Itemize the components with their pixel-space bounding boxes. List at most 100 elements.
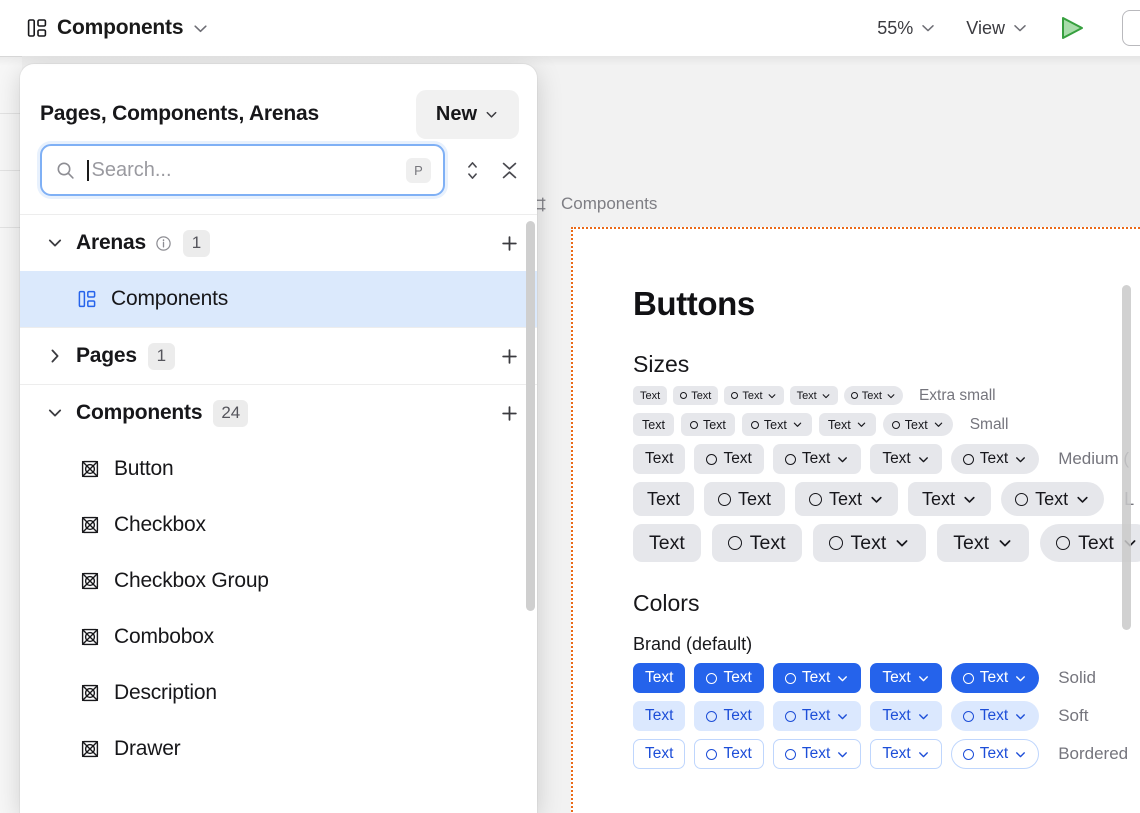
demo-button[interactable]: Text bbox=[870, 701, 941, 731]
left-background-strip bbox=[0, 56, 22, 813]
zoom-control[interactable]: 55% bbox=[877, 18, 936, 39]
colors-heading: Colors bbox=[633, 590, 1140, 617]
demo-button[interactable]: Text bbox=[951, 663, 1039, 693]
demo-button[interactable]: Text bbox=[790, 386, 838, 405]
tree-item-checkbox-group[interactable]: Checkbox Group bbox=[20, 553, 537, 609]
chevron-down-icon bbox=[484, 107, 499, 122]
view-menu[interactable]: View bbox=[966, 18, 1028, 39]
circle-icon bbox=[963, 749, 974, 760]
chevron-down-icon[interactable] bbox=[46, 404, 64, 422]
demo-button[interactable]: Text bbox=[883, 413, 953, 436]
demo-button[interactable]: Text bbox=[870, 444, 941, 474]
circle-icon bbox=[731, 392, 738, 399]
plus-icon[interactable] bbox=[500, 404, 519, 423]
demo-button[interactable]: Text bbox=[673, 386, 718, 405]
demo-button[interactable]: Text bbox=[870, 739, 941, 769]
tree-item-description[interactable]: Description bbox=[20, 665, 537, 721]
navigator-panel[interactable]: Pages, Components, Arenas New Search... … bbox=[20, 64, 537, 813]
demo-button[interactable]: Text bbox=[694, 444, 763, 474]
demo-button[interactable]: Text bbox=[633, 739, 685, 769]
demo-button[interactable]: Text bbox=[773, 739, 861, 769]
demo-button[interactable]: Text bbox=[951, 739, 1039, 769]
artboard-frame[interactable]: Buttons Sizes TextTextTextTextTextExtra … bbox=[571, 227, 1140, 813]
search-input[interactable]: Search... P bbox=[40, 144, 445, 196]
preview-play-button[interactable] bbox=[1058, 15, 1086, 41]
demo-button[interactable]: Text bbox=[724, 386, 783, 405]
size-row-label: Extra small bbox=[919, 387, 996, 405]
chevron-down-icon[interactable] bbox=[192, 20, 209, 37]
demo-button[interactable]: Text bbox=[773, 701, 861, 731]
demo-button[interactable]: Text bbox=[694, 701, 763, 731]
chevron-down-icon bbox=[821, 391, 831, 401]
demo-button[interactable]: Text bbox=[694, 739, 763, 769]
panel-vertical-scrollbar[interactable] bbox=[526, 221, 535, 611]
canvas-vertical-scrollbar[interactable] bbox=[1122, 285, 1131, 630]
sort-updown-icon[interactable] bbox=[463, 161, 482, 180]
demo-button-label: Text bbox=[649, 532, 685, 555]
demo-button[interactable]: Text bbox=[773, 444, 861, 474]
tree-item-components[interactable]: Components bbox=[20, 271, 537, 327]
demo-button-label: Text bbox=[738, 489, 771, 510]
circle-icon bbox=[751, 421, 759, 429]
tree-item-checkbox[interactable]: Checkbox bbox=[20, 497, 537, 553]
circle-icon bbox=[785, 711, 796, 722]
demo-button[interactable]: Text bbox=[633, 663, 685, 693]
demo-button[interactable]: Text bbox=[633, 386, 667, 405]
demo-button[interactable]: Text bbox=[633, 524, 701, 562]
demo-button[interactable]: Text bbox=[870, 663, 941, 693]
toolbar-overflow-button[interactable] bbox=[1122, 10, 1140, 46]
new-button[interactable]: New bbox=[416, 90, 519, 139]
plus-icon[interactable] bbox=[500, 347, 519, 366]
demo-button[interactable]: Text bbox=[795, 482, 898, 516]
color-row-label: Solid bbox=[1058, 668, 1096, 688]
demo-button-label: Text bbox=[829, 489, 862, 510]
tree-item-button[interactable]: Button bbox=[20, 441, 537, 497]
demo-button-label: Text bbox=[703, 418, 726, 432]
chevron-down-icon bbox=[1014, 748, 1027, 761]
demo-button[interactable]: Text bbox=[1001, 482, 1104, 516]
chevron-down-icon[interactable] bbox=[46, 234, 64, 252]
demo-button[interactable]: Text bbox=[704, 482, 785, 516]
demo-button[interactable]: Text bbox=[813, 524, 927, 562]
demo-button[interactable]: Text bbox=[937, 524, 1029, 562]
demo-button[interactable]: Text bbox=[819, 413, 876, 436]
circle-icon bbox=[809, 493, 822, 506]
demo-button[interactable]: Text bbox=[681, 413, 735, 436]
chevron-down-icon bbox=[792, 419, 803, 430]
demo-button[interactable]: Text bbox=[951, 701, 1039, 731]
circle-icon bbox=[690, 421, 698, 429]
demo-button[interactable]: Text bbox=[712, 524, 802, 562]
chevron-down-icon bbox=[917, 710, 930, 723]
demo-button[interactable]: Text bbox=[694, 663, 763, 693]
demo-button[interactable]: Text bbox=[633, 413, 674, 436]
demo-button[interactable]: Text bbox=[633, 701, 685, 731]
tree-section-components[interactable]: Components24 bbox=[20, 384, 537, 441]
tree-section-arenas[interactable]: Arenas1 bbox=[20, 214, 537, 271]
demo-button-label: Text bbox=[642, 418, 665, 432]
tree-item-drawer[interactable]: Drawer bbox=[20, 721, 537, 777]
tree-item-label: Checkbox bbox=[114, 513, 206, 537]
demo-button[interactable]: Text bbox=[951, 444, 1039, 474]
demo-button-label: Text bbox=[980, 707, 1008, 725]
chevron-down-icon bbox=[1075, 492, 1090, 507]
button-color-row: TextTextTextTextTextBordered bbox=[633, 739, 1140, 769]
project-title[interactable]: Components bbox=[57, 16, 183, 40]
info-circle-icon[interactable] bbox=[155, 235, 172, 252]
circle-icon bbox=[785, 749, 796, 760]
tree-section-pages[interactable]: Pages1 bbox=[20, 327, 537, 384]
demo-button[interactable]: Text bbox=[908, 482, 991, 516]
demo-button[interactable]: Text bbox=[742, 413, 812, 436]
tree-item-label: Button bbox=[114, 457, 174, 481]
chevron-right-icon[interactable] bbox=[46, 347, 64, 365]
tree-item-combobox[interactable]: Combobox bbox=[20, 609, 537, 665]
plus-icon[interactable] bbox=[500, 234, 519, 253]
demo-button[interactable]: Text bbox=[773, 663, 861, 693]
demo-button[interactable]: Text bbox=[844, 386, 903, 405]
button-color-row: Text Text Text Text Text Solid bbox=[633, 663, 1140, 693]
frame-label[interactable]: Components bbox=[530, 194, 657, 214]
demo-button[interactable]: Text bbox=[633, 482, 694, 516]
chevron-down-icon bbox=[1014, 453, 1027, 466]
demo-button[interactable]: Text bbox=[633, 444, 685, 474]
collapse-all-icon[interactable] bbox=[500, 161, 519, 180]
demo-button-label: Text bbox=[723, 707, 751, 725]
